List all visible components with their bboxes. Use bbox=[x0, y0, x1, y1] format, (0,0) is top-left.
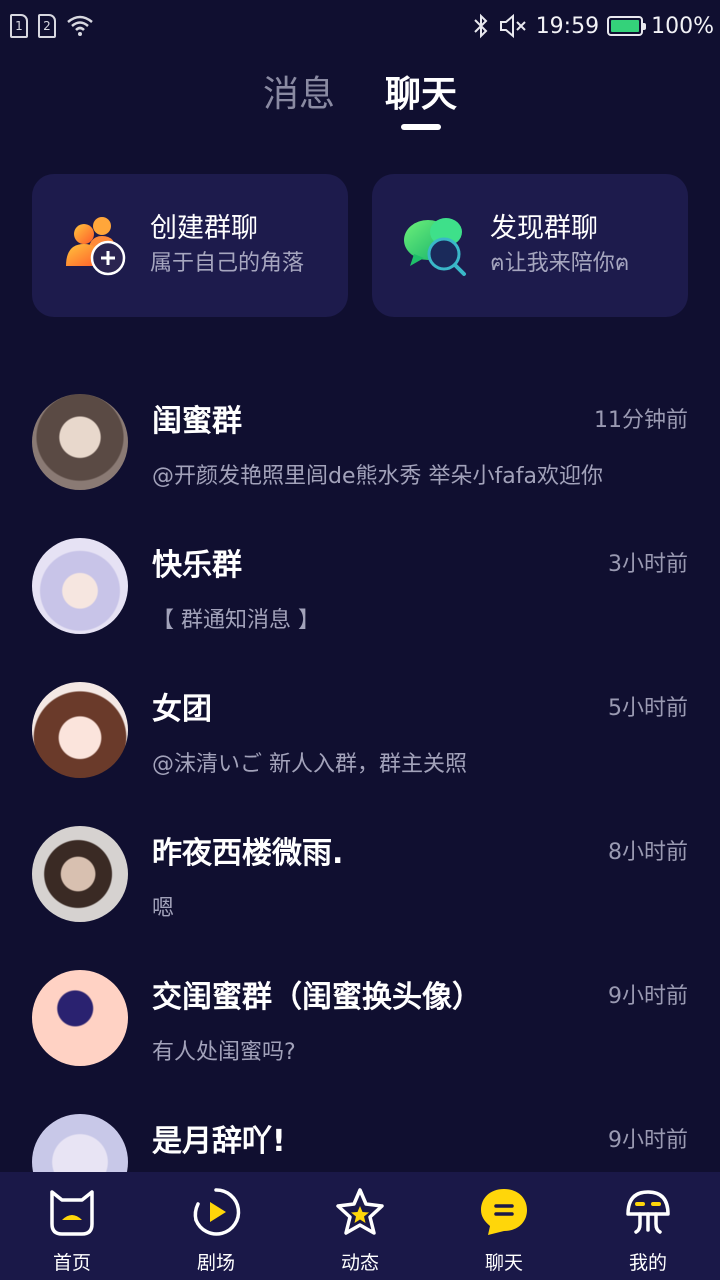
nav-home-label: 首页 bbox=[52, 1252, 91, 1274]
chat-time: 9小时前 bbox=[608, 1128, 688, 1153]
mute-icon bbox=[499, 13, 526, 39]
chat-list: 闺蜜群 11分钟前 @开颜发艳照里闾de熊水秀 举朵小fafa欢迎你 快乐群 3… bbox=[0, 370, 720, 1234]
create-group-card[interactable]: 创建群聊 属于自己的角落 bbox=[32, 174, 348, 317]
wifi-icon bbox=[67, 15, 93, 36]
chat-time: 11分钟前 bbox=[594, 408, 688, 433]
nav-profile[interactable]: 我的 bbox=[576, 1172, 720, 1280]
home-cat-icon bbox=[50, 1190, 94, 1236]
tab-chat[interactable]: 聊天 bbox=[385, 70, 457, 130]
avatar bbox=[32, 394, 128, 490]
chat-time: 3小时前 bbox=[608, 552, 688, 577]
theater-play-icon bbox=[193, 1188, 241, 1236]
profile-jelly-icon bbox=[626, 1190, 670, 1234]
tab-messages[interactable]: 消息 bbox=[263, 70, 335, 130]
bluetooth-icon bbox=[473, 13, 488, 39]
chat-time: 9小时前 bbox=[608, 984, 688, 1009]
nav-theater-label: 剧场 bbox=[196, 1252, 235, 1274]
nav-chat[interactable]: 聊天 bbox=[432, 1172, 576, 1280]
status-bar: 1 2 19:59 100% bbox=[0, 0, 720, 52]
chat-time: 8小时前 bbox=[608, 840, 688, 865]
top-tabs: 消息 聊天 bbox=[0, 70, 720, 140]
create-group-icon bbox=[66, 216, 126, 275]
chat-row[interactable]: 闺蜜群 11分钟前 @开颜发艳照里闾de熊水秀 举朵小fafa欢迎你 bbox=[0, 370, 720, 514]
discover-group-title: 发现群聊 bbox=[490, 212, 598, 244]
chat-last-message: @开颜发艳照里闾de熊水秀 举朵小fafa欢迎你 bbox=[152, 464, 603, 489]
discover-group-subtitle: ฅ让我来陪你ฅ bbox=[490, 250, 630, 276]
discover-group-card[interactable]: 发现群聊 ฅ让我来陪你ฅ bbox=[372, 174, 688, 317]
nav-home[interactable]: 首页 bbox=[0, 1172, 144, 1280]
create-group-subtitle: 属于自己的角落 bbox=[150, 250, 305, 276]
avatar bbox=[32, 826, 128, 922]
chat-name: 快乐群 bbox=[152, 548, 242, 583]
chat-name: 交闺蜜群（闺蜜换头像） bbox=[152, 980, 482, 1015]
chat-bubble-icon bbox=[481, 1189, 527, 1235]
clock: 19:59 bbox=[535, 13, 600, 39]
chat-time: 5小时前 bbox=[608, 696, 688, 721]
battery-percent: 100% bbox=[651, 13, 714, 39]
sim1-icon: 1 bbox=[10, 14, 28, 38]
create-group-title: 创建群聊 bbox=[150, 212, 258, 244]
chat-row[interactable]: 交闺蜜群（闺蜜换头像） 9小时前 有人处闺蜜吗? bbox=[0, 946, 720, 1090]
action-cards: 创建群聊 属于自己的角落 发现群聊 ฅ让我来陪你ฅ bbox=[32, 174, 688, 317]
chat-last-message: 有人处闺蜜吗? bbox=[152, 1040, 296, 1065]
chat-row[interactable]: 女团 5小时前 @沫清いご 新人入群，群主关照 bbox=[0, 658, 720, 802]
chat-name: 女团 bbox=[152, 692, 212, 727]
discover-group-icon bbox=[404, 217, 466, 276]
battery-icon bbox=[607, 16, 647, 36]
chat-last-message: @沫清いご 新人入群，群主关照 bbox=[152, 752, 467, 777]
avatar bbox=[32, 970, 128, 1066]
chat-name: 是月辞吖! bbox=[152, 1124, 286, 1159]
nav-chat-label: 聊天 bbox=[484, 1252, 523, 1274]
nav-profile-label: 我的 bbox=[628, 1252, 667, 1274]
chat-name: 闺蜜群 bbox=[152, 404, 242, 439]
nav-theater[interactable]: 剧场 bbox=[144, 1172, 288, 1280]
avatar bbox=[32, 538, 128, 634]
chat-row[interactable]: 快乐群 3小时前 【 群通知消息 】 bbox=[0, 514, 720, 658]
bottom-nav: 首页 剧场 动态 聊天 我的 bbox=[0, 1172, 720, 1280]
sim2-icon: 2 bbox=[38, 14, 56, 38]
chat-row[interactable]: 昨夜西楼微雨. 8小时前 嗯 bbox=[0, 802, 720, 946]
avatar bbox=[32, 682, 128, 778]
star-icon bbox=[336, 1188, 384, 1235]
chat-last-message: 嗯 bbox=[152, 896, 175, 921]
nav-moments-label: 动态 bbox=[340, 1252, 379, 1274]
nav-moments[interactable]: 动态 bbox=[288, 1172, 432, 1280]
chat-name: 昨夜西楼微雨. bbox=[152, 836, 344, 871]
chat-last-message: 【 群通知消息 】 bbox=[152, 608, 320, 633]
